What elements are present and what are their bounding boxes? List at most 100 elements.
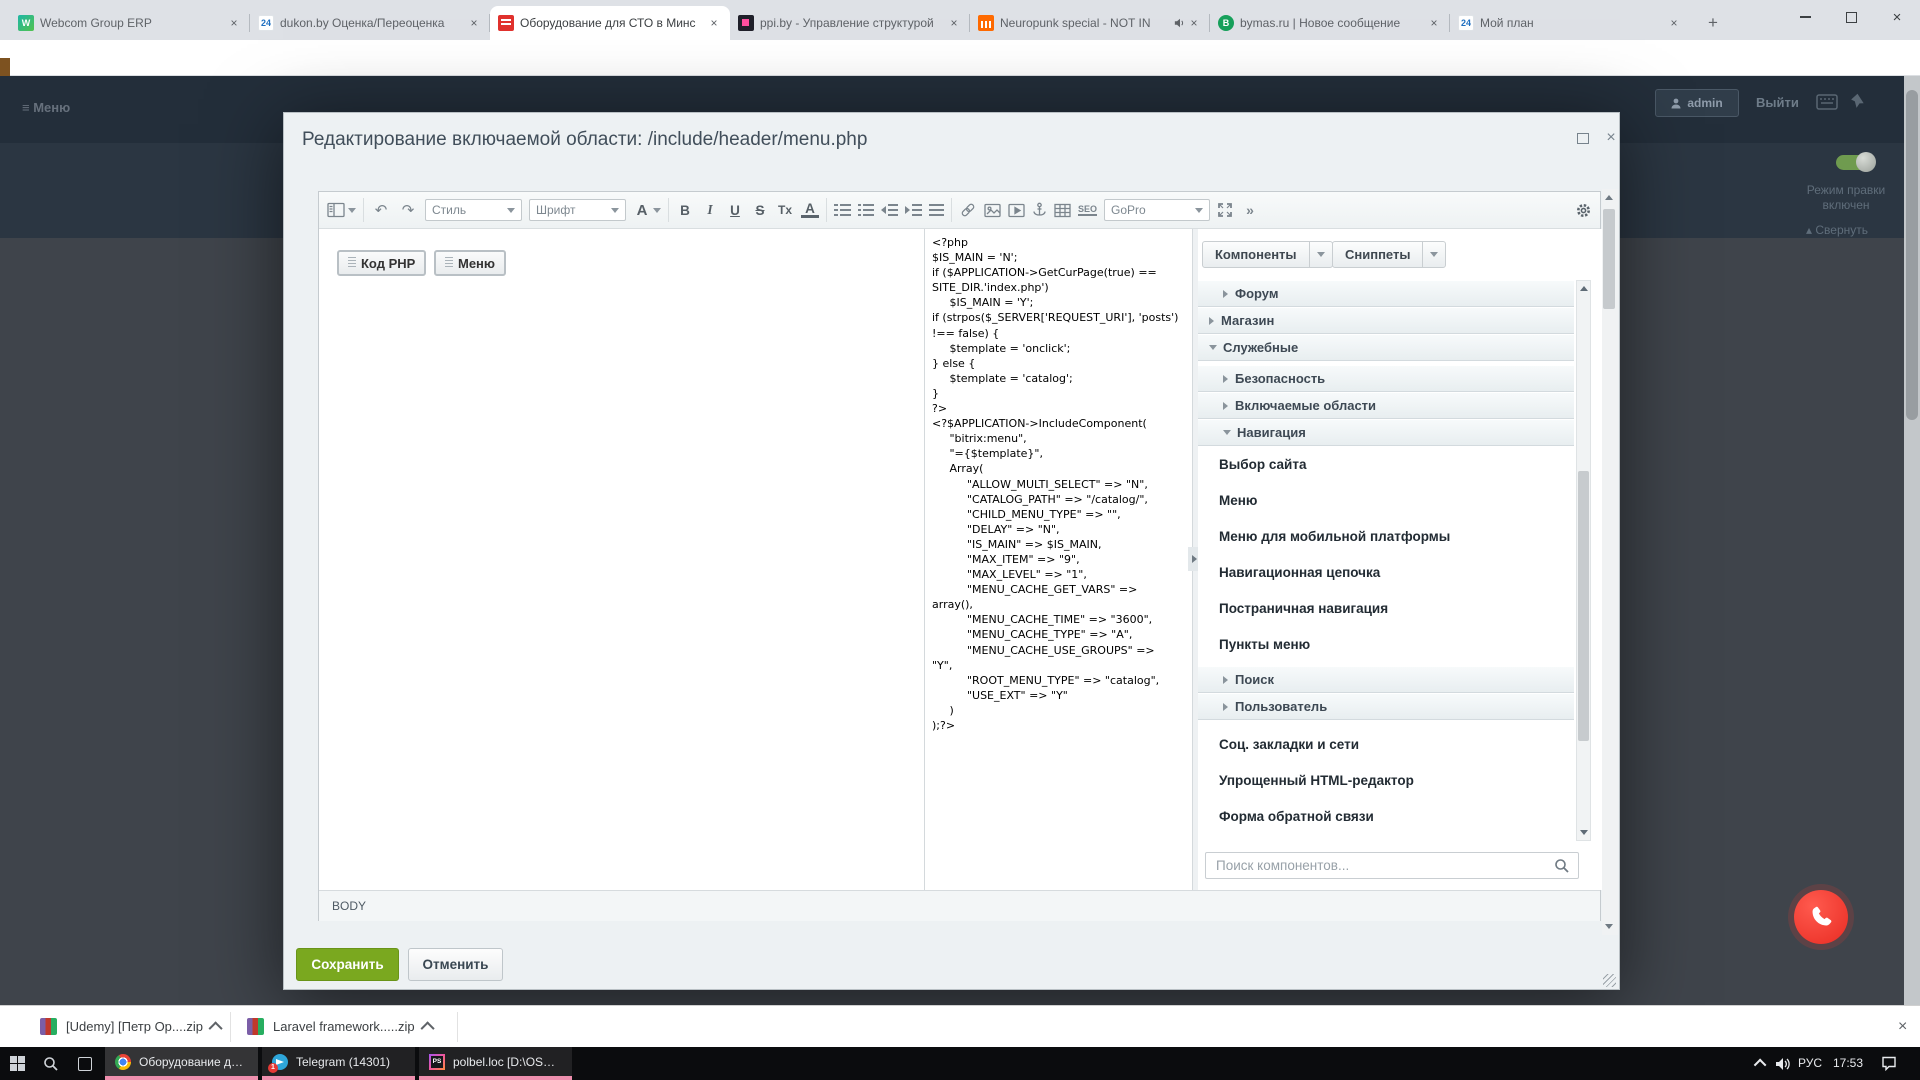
close-downloads-icon[interactable]: × (1898, 1018, 1907, 1036)
start-button[interactable] (0, 1047, 34, 1080)
bitrix-menu-button[interactable]: ≡ Меню (22, 100, 70, 115)
video-icon[interactable] (1008, 203, 1025, 218)
download-item[interactable]: [Udemy] [Петр Ор....zip (40, 1006, 222, 1047)
taskbar-app-telegram[interactable]: 1Telegram (14301) (262, 1047, 415, 1080)
browser-tab[interactable]: Оборудование для СТО в Минс× (490, 6, 730, 40)
tab-close-icon[interactable]: × (706, 15, 722, 31)
scroll-up-icon[interactable] (1580, 286, 1588, 291)
download-item[interactable]: Laravel framework.....zip (247, 1006, 434, 1047)
fullscreen-icon[interactable] (1217, 202, 1233, 218)
tab-close-icon[interactable]: × (1426, 15, 1442, 31)
component-category-row[interactable]: Безопасность (1198, 365, 1574, 392)
scroll-up-icon[interactable] (1605, 195, 1613, 200)
task-view-icon[interactable] (68, 1047, 102, 1080)
dialog-close-icon[interactable]: × (1604, 131, 1618, 145)
toolbar-more-button[interactable]: » (1240, 202, 1260, 218)
tab-close-icon[interactable]: × (226, 15, 242, 31)
style-select[interactable]: Стиль (425, 199, 522, 221)
collapsed-arrow-icon[interactable] (1223, 676, 1228, 684)
components-search[interactable] (1205, 852, 1579, 879)
action-center-icon[interactable] (1872, 1047, 1906, 1080)
collapse-panel-button[interactable]: ▴ Свернуть (1806, 223, 1868, 237)
volume-icon[interactable] (1766, 1047, 1800, 1080)
editor-status-bar[interactable]: BODY (319, 890, 1600, 921)
undo-icon[interactable]: ↶ (371, 201, 391, 219)
window-restore-button[interactable] (1828, 0, 1874, 34)
component-item-row[interactable]: Форма обратной связи (1198, 798, 1574, 834)
expanded-arrow-icon[interactable] (1223, 430, 1231, 435)
anchor-icon[interactable] (1032, 202, 1047, 218)
browser-tab[interactable]: WWebcom Group ERP× (10, 6, 250, 40)
expanded-arrow-icon[interactable] (1209, 345, 1217, 350)
dropdown-arrow-icon[interactable] (1422, 242, 1445, 267)
seo-button[interactable]: SEO (1078, 204, 1097, 216)
component-category-row[interactable]: Включаемые области (1198, 392, 1574, 419)
scrollbar-thumb[interactable] (1578, 471, 1589, 741)
dialog-resize-grip[interactable] (1603, 974, 1616, 987)
tab-close-icon[interactable]: × (1186, 15, 1202, 31)
component-item-row[interactable]: Навигационная цепочка (1198, 554, 1574, 590)
component-item-row[interactable]: Упрощенный HTML-редактор (1198, 762, 1574, 798)
callback-phone-button[interactable] (1794, 890, 1848, 944)
taskbar-search-icon[interactable] (34, 1047, 68, 1080)
pin-icon[interactable] (1850, 92, 1866, 110)
component-item-row[interactable]: Пункты меню (1198, 626, 1574, 662)
download-chevron-icon[interactable] (208, 1021, 222, 1035)
collapsed-arrow-icon[interactable] (1223, 402, 1228, 410)
font-select[interactable]: Шрифт (529, 199, 626, 221)
component-category-row[interactable]: Магазин (1198, 307, 1574, 334)
browser-tab[interactable]: 24Мой план× (1450, 6, 1690, 40)
cancel-button[interactable]: Отменить (408, 948, 503, 981)
collapsed-arrow-icon[interactable] (1209, 317, 1214, 325)
bold-button[interactable]: B (676, 203, 694, 218)
dialog-scrollbar-thumb[interactable] (1603, 209, 1615, 309)
view-mode-button[interactable] (327, 202, 356, 218)
underline-button[interactable]: U (726, 203, 744, 218)
browser-tab[interactable]: Neuropunk special - NOT IN× (970, 6, 1210, 40)
template-select[interactable]: GoPro (1104, 199, 1210, 221)
taskbar-app-chrome[interactable]: Оборудование для С... (105, 1047, 258, 1080)
dialog-maximize-icon[interactable] (1576, 131, 1590, 145)
indent-icon[interactable] (905, 204, 922, 216)
window-close-button[interactable]: × (1874, 0, 1920, 34)
page-scrollbar[interactable] (1904, 76, 1920, 1005)
clear-format-button[interactable]: Tx (776, 203, 794, 217)
component-chip-menu[interactable]: Меню (434, 250, 506, 276)
taskbar-app-phpstorm[interactable]: PSpolbel.loc [D:\OSPan... (419, 1047, 572, 1080)
component-item-row[interactable]: Меню для мобильной платформы (1198, 518, 1574, 554)
tab-close-icon[interactable]: × (946, 15, 962, 31)
download-chevron-icon[interactable] (420, 1021, 434, 1035)
window-minimize-button[interactable] (1782, 0, 1828, 34)
bitrix-user-button[interactable]: admin (1655, 89, 1739, 117)
justify-icon[interactable] (929, 204, 944, 216)
ordered-list-icon[interactable] (834, 204, 851, 216)
component-item-row[interactable]: Постраничная навигация (1198, 590, 1574, 626)
page-scrollbar-thumb[interactable] (1906, 90, 1918, 420)
snippets-tab-button[interactable]: Сниппеты (1332, 241, 1446, 268)
outdent-icon[interactable] (881, 204, 898, 216)
component-category-row[interactable]: Форум (1198, 280, 1574, 307)
settings-gear-icon[interactable] (1575, 202, 1592, 219)
component-item-row[interactable]: Выбор сайта (1198, 446, 1574, 482)
collapsed-arrow-icon[interactable] (1223, 703, 1228, 711)
taskbar-clock[interactable]: 17:53 (1833, 1056, 1863, 1070)
component-category-row[interactable]: Служебные (1198, 334, 1574, 361)
download-filename[interactable]: Laravel framework.....zip (273, 1019, 415, 1034)
components-tab-button[interactable]: Компоненты (1202, 241, 1333, 268)
wysiwyg-pane[interactable]: Код PHP Меню (319, 229, 924, 890)
edit-mode-toggle[interactable] (1836, 155, 1870, 170)
scroll-down-icon[interactable] (1580, 830, 1588, 835)
component-category-row[interactable]: Навигация (1198, 419, 1574, 446)
font-size-button[interactable]: A (633, 202, 661, 219)
redo-icon[interactable]: ↷ (398, 201, 418, 219)
component-item-row[interactable]: Меню (1198, 482, 1574, 518)
text-color-button[interactable]: A (801, 202, 819, 218)
table-icon[interactable] (1054, 203, 1071, 218)
italic-button[interactable]: I (701, 202, 719, 218)
collapsed-arrow-icon[interactable] (1223, 290, 1228, 298)
components-scrollbar[interactable] (1576, 280, 1591, 841)
link-icon[interactable] (959, 202, 977, 218)
bitrix-logout-link[interactable]: Выйти (1756, 95, 1799, 110)
save-button[interactable]: Сохранить (296, 948, 399, 981)
scroll-down-icon[interactable] (1605, 924, 1613, 929)
